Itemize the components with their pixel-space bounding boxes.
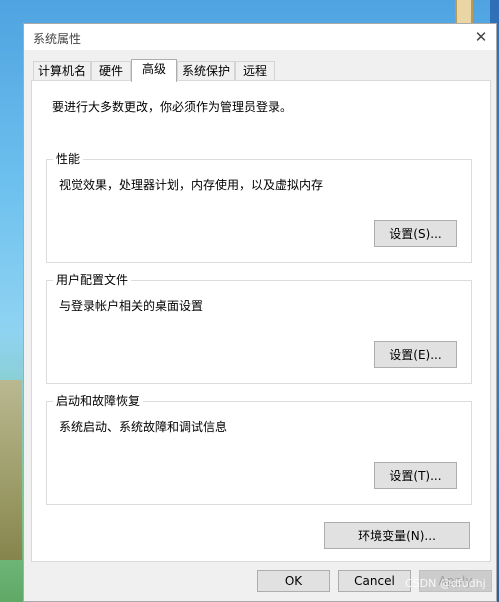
performance-settings-button[interactable]: 设置(S)... — [374, 220, 457, 247]
watermark-text: CSDN @dfudhj — [405, 577, 486, 590]
system-properties-dialog: 系统属性 ✕ 计算机名 硬件 高级 系统保护 远程 要进行大多数更改，你必须作为… — [23, 23, 497, 602]
environment-variables-button[interactable]: 环境变量(N)... — [324, 522, 470, 549]
startup-recovery-description: 系统启动、系统故障和调试信息 — [59, 420, 228, 434]
ok-button[interactable]: OK — [257, 570, 330, 592]
advanced-tab-panel: 要进行大多数更改，你必须作为管理员登录。 性能 视觉效果，处理器计划，内存使用，… — [31, 80, 491, 562]
startup-recovery-group-title: 启动和故障恢复 — [53, 393, 144, 409]
user-profiles-group-title: 用户配置文件 — [53, 272, 132, 288]
tab-advanced[interactable]: 高级 — [131, 59, 177, 82]
window-title: 系统属性 — [33, 32, 82, 46]
performance-description: 视觉效果，处理器计划，内存使用，以及虚拟内存 — [59, 178, 324, 192]
user-profiles-group: 用户配置文件 与登录帐户相关的桌面设置 设置(E)... — [46, 272, 472, 384]
tab-remote[interactable]: 远程 — [235, 61, 275, 80]
tab-system-protection[interactable]: 系统保护 — [177, 61, 235, 80]
tab-hardware[interactable]: 硬件 — [91, 61, 131, 80]
desktop-wallpaper-rail — [0, 380, 22, 560]
cancel-button[interactable]: Cancel — [338, 570, 411, 592]
startup-recovery-group: 启动和故障恢复 系统启动、系统故障和调试信息 设置(T)... — [46, 393, 472, 505]
close-icon[interactable]: ✕ — [466, 24, 496, 50]
title-bar[interactable]: 系统属性 ✕ — [24, 24, 496, 50]
admin-notice: 要进行大多数更改，你必须作为管理员登录。 — [52, 100, 293, 114]
user-profiles-description: 与登录帐户相关的桌面设置 — [59, 299, 204, 313]
performance-group-title: 性能 — [53, 151, 84, 167]
tab-computer-name[interactable]: 计算机名 — [33, 61, 91, 80]
startup-recovery-settings-button[interactable]: 设置(T)... — [374, 462, 457, 489]
performance-group: 性能 视觉效果，处理器计划，内存使用，以及虚拟内存 设置(S)... — [46, 151, 472, 263]
user-profiles-settings-button[interactable]: 设置(E)... — [374, 341, 457, 368]
